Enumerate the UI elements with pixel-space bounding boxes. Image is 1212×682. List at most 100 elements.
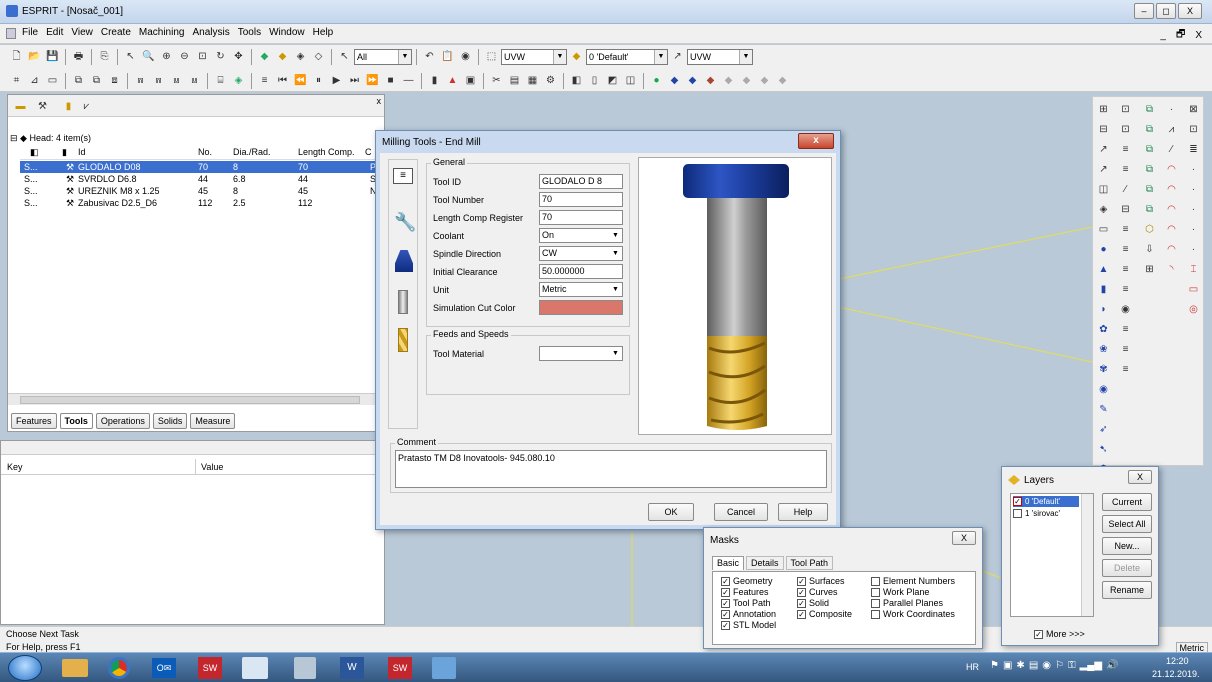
feature-icon-3[interactable]: ⧈ bbox=[106, 72, 123, 89]
mask-option[interactable]: ✓ STL Model bbox=[721, 620, 776, 631]
open-icon[interactable]: 📂 bbox=[26, 48, 43, 65]
col-no[interactable]: No. bbox=[198, 146, 212, 158]
rt-icon-1[interactable]: ⊞ bbox=[1095, 101, 1112, 118]
hidden-icon[interactable]: ◇ bbox=[310, 48, 327, 65]
rt2-icon-3[interactable]: ≡ bbox=[1117, 141, 1134, 158]
mask-checkbox[interactable]: ✓ bbox=[721, 621, 730, 631]
start-button[interactable] bbox=[8, 655, 42, 681]
feature-icon-2[interactable]: ⧉ bbox=[88, 72, 105, 89]
print-icon[interactable]: 🖶 bbox=[70, 48, 87, 65]
rt2-icon-12[interactable]: ≡ bbox=[1117, 321, 1134, 338]
layers-scrollbar[interactable] bbox=[1081, 494, 1093, 616]
layer-item-sirovac[interactable]: 1 'sirovac' bbox=[1013, 508, 1079, 519]
mdi-close-button[interactable]: X bbox=[1195, 30, 1202, 41]
menu-edit[interactable]: Edit bbox=[46, 27, 63, 38]
help-button[interactable]: Help bbox=[778, 503, 828, 521]
rt3-icon-4[interactable]: ⧉ bbox=[1141, 161, 1158, 178]
color-icon-6[interactable]: ◆ bbox=[738, 72, 755, 89]
color-icon-1[interactable]: ● bbox=[648, 72, 665, 89]
pointer-icon[interactable]: ↖ bbox=[336, 48, 353, 65]
coordinate-icon[interactable]: ↗ bbox=[669, 48, 686, 65]
close-button[interactable]: X bbox=[1178, 3, 1202, 19]
rt2-icon-1[interactable]: ⊡ bbox=[1117, 101, 1134, 118]
sim-first-icon[interactable]: ⏮ bbox=[274, 72, 291, 89]
rt4-icon-5[interactable]: ◠ bbox=[1163, 181, 1180, 198]
rt-icon-4[interactable]: ↗ bbox=[1095, 161, 1112, 178]
sketch-icon[interactable]: ⌗ bbox=[8, 72, 25, 89]
sim-last-icon[interactable]: ⏩ bbox=[364, 72, 381, 89]
rt2-icon-4[interactable]: ≡ bbox=[1117, 161, 1134, 178]
rt-icon-10[interactable]: ▮ bbox=[1095, 281, 1112, 298]
shade-icon[interactable]: ◆ bbox=[256, 48, 273, 65]
mask-option[interactable]: ✓ Features bbox=[721, 587, 776, 598]
tray-icon-6[interactable]: ⚿ bbox=[1068, 660, 1076, 671]
rt5-icon-10[interactable]: ▭ bbox=[1185, 281, 1202, 298]
tab-operations[interactable]: Operations bbox=[95, 413, 150, 429]
paste-icon[interactable]: 📋 bbox=[439, 48, 456, 65]
cut-color-swatch[interactable] bbox=[539, 300, 623, 315]
mask-checkbox[interactable] bbox=[871, 599, 880, 609]
rt-icon-2[interactable]: ⊟ bbox=[1095, 121, 1112, 138]
table-row[interactable]: S... SVRDLO D6.8 44 6.8 44 S ⚒ bbox=[20, 173, 382, 185]
tray-icon-3[interactable]: ▤ bbox=[1029, 660, 1038, 671]
field-input[interactable]: 70 bbox=[539, 192, 623, 207]
zoom-window-icon[interactable]: ⊡ bbox=[194, 48, 211, 65]
tab-solids[interactable]: Solids bbox=[152, 413, 188, 429]
cancel-button[interactable]: Cancel bbox=[714, 503, 768, 521]
menu-help[interactable]: Help bbox=[313, 27, 334, 38]
tool-color-icon[interactable]: ▮ bbox=[60, 98, 77, 115]
save-icon[interactable]: 💾 bbox=[44, 48, 61, 65]
zoom-in-icon[interactable]: ⊕ bbox=[158, 48, 175, 65]
tray-icon-4[interactable]: ◉ bbox=[1042, 660, 1051, 671]
clock-date[interactable]: 21.12.2019. bbox=[1152, 669, 1200, 679]
tool-lib-icon[interactable]: ⚒ bbox=[34, 98, 51, 115]
outlook-taskbar-icon[interactable]: O✉ bbox=[152, 658, 176, 678]
rt3-icon-2[interactable]: ⧉ bbox=[1141, 121, 1158, 138]
rt3-icon-3[interactable]: ⧉ bbox=[1141, 141, 1158, 158]
calc-taskbar-icon[interactable] bbox=[294, 657, 316, 679]
rt4-icon-3[interactable]: ∕ bbox=[1163, 141, 1180, 158]
bluetooth-icon[interactable]: ✱ bbox=[1016, 660, 1024, 671]
clock-time[interactable]: 12:20 bbox=[1166, 656, 1189, 666]
masks-tab-toolpath[interactable]: Tool Path bbox=[785, 556, 834, 570]
field-input[interactable]: 70 bbox=[539, 210, 623, 225]
rt5-icon-11[interactable]: ◎ bbox=[1185, 301, 1202, 318]
more-checkbox[interactable]: ✓ bbox=[1034, 630, 1043, 640]
sim-stop-icon[interactable]: ■ bbox=[382, 72, 399, 89]
paint-taskbar-icon[interactable] bbox=[432, 657, 456, 679]
rt4-icon-2[interactable]: ⩘ bbox=[1163, 121, 1180, 138]
table-row[interactable]: S... Zabusivac D2.5_D6 112 2.5 112 ⚒ bbox=[20, 197, 382, 209]
col-length[interactable]: Length Comp. bbox=[298, 146, 355, 158]
mask-checkbox[interactable]: ✓ bbox=[797, 610, 806, 620]
layer-combo[interactable]: 0 'Default' ▼ bbox=[586, 48, 668, 65]
solidworks-taskbar-icon-2[interactable]: SW bbox=[388, 657, 412, 679]
layer-current-button[interactable]: Current bbox=[1102, 493, 1152, 511]
rt-icon-12[interactable]: ✿ bbox=[1095, 321, 1112, 338]
rt-icon-17[interactable]: ➶ bbox=[1095, 421, 1112, 438]
scroll-thumb[interactable] bbox=[20, 396, 360, 404]
sim-back-icon[interactable]: ⏪ bbox=[292, 72, 309, 89]
rect-icon[interactable]: ▭ bbox=[44, 72, 61, 89]
rt-icon-5[interactable]: ◫ bbox=[1095, 181, 1112, 198]
tray-lang[interactable]: HR bbox=[966, 662, 979, 672]
dialog-close-button[interactable]: x bbox=[798, 133, 834, 149]
tab-tools[interactable]: Tools bbox=[59, 413, 93, 429]
rt3-icon-9[interactable]: ⊞ bbox=[1141, 261, 1158, 278]
masks-tab-basic[interactable]: Basic bbox=[712, 556, 745, 570]
menu-view[interactable]: View bbox=[71, 27, 93, 38]
rt2-icon-11[interactable]: ◉ bbox=[1117, 301, 1134, 318]
menu-analysis[interactable]: Analysis bbox=[192, 27, 229, 38]
view-icon-2[interactable]: ▯ bbox=[586, 72, 603, 89]
rt3-icon-6[interactable]: ⧉ bbox=[1141, 201, 1158, 218]
mask-option[interactable]: ✓ Geometry bbox=[721, 576, 776, 587]
rt3-icon-5[interactable]: ⧉ bbox=[1141, 181, 1158, 198]
tool-red-icon[interactable]: ▲ bbox=[444, 72, 461, 89]
mask-checkbox[interactable] bbox=[871, 588, 880, 598]
holder-icon[interactable] bbox=[395, 250, 413, 272]
layers-close-button[interactable]: X bbox=[1128, 470, 1152, 484]
view-icon-1[interactable]: ◧ bbox=[568, 72, 585, 89]
tree-hscroll[interactable] bbox=[8, 393, 384, 405]
rt5-icon-2[interactable]: ⊡ bbox=[1185, 121, 1202, 138]
rt4-icon-9[interactable]: ◝ bbox=[1163, 261, 1180, 278]
sim-speed-icon[interactable]: — bbox=[400, 72, 417, 89]
